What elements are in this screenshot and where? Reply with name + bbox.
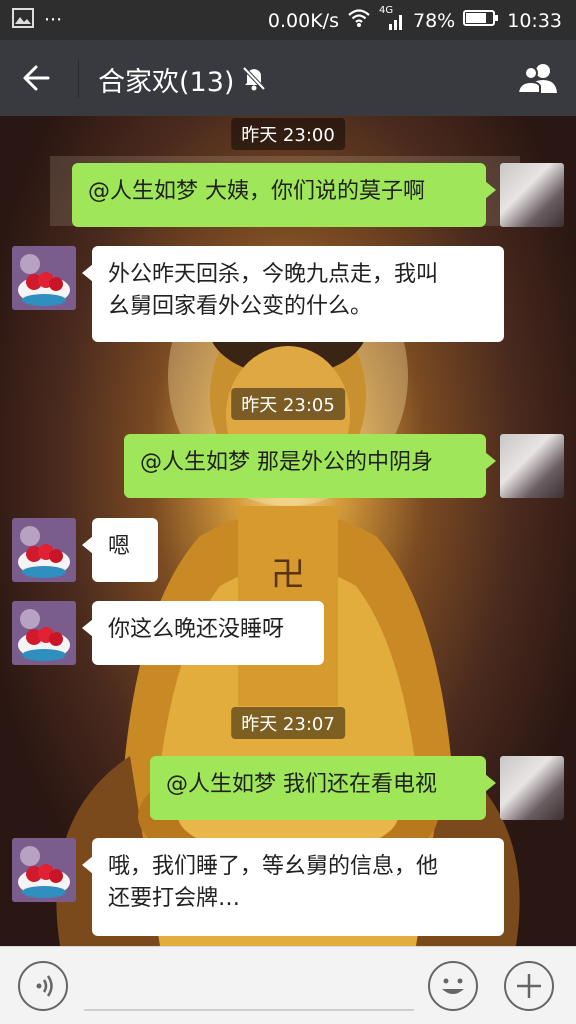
buddha-background-image: 卍 [50,156,520,946]
more-notifications-icon: ··· [44,9,63,31]
image-notification-icon [12,8,34,32]
battery-icon [463,9,499,32]
input-toolbar [0,946,576,1024]
message-bubble-sent[interactable]: @人生如梦 大姨，你们说的莫子啊 [72,163,496,227]
strawberry-bowl-avatar-image [12,246,76,310]
timestamp: 昨天 23:07 [231,707,345,739]
message-bubble-received[interactable]: 哦，我们睡了，等幺舅的信息，他 还要打会牌… [82,838,504,936]
network-speed: 0.00K/s [267,9,339,32]
chat-title: 合家欢(13) [98,67,235,98]
sender-avatar[interactable] [12,246,76,310]
message-bubble-received[interactable]: 嗯 [82,518,158,582]
my-avatar[interactable] [500,756,564,820]
more-options-button[interactable] [504,961,554,1011]
message-line: 外公昨天回杀，今晚九点走，我叫 [108,262,439,287]
message-bubble-received[interactable]: 外公昨天回杀，今晚九点走，我叫 幺舅回家看外公变的什么。 [82,246,504,342]
message-line: 哦，我们睡了，等幺舅的信息，他 [108,854,439,879]
strawberry-bowl-avatar-image [12,838,76,902]
chat-header: 合家欢(13) [0,40,576,116]
battery-percent: 78% [413,9,456,32]
header-divider [78,60,79,98]
timestamp: 昨天 23:00 [231,118,345,150]
arrow-left-icon [23,65,50,91]
my-avatar[interactable] [500,434,564,498]
clock: 10:33 [507,9,562,32]
message-bubble-sent[interactable]: @人生如梦 那是外公的中阴身 [124,434,496,498]
cellular-signal-icon: 4G [379,5,405,31]
group-members-icon [516,64,557,94]
emoji-button[interactable] [428,961,478,1011]
strawberry-bowl-avatar-image [12,518,76,582]
message-bubble-sent[interactable]: @人生如梦 我们还在看电视 [150,756,496,820]
sender-avatar[interactable] [12,601,76,665]
status-bar: ··· 0.00K/s 4G 78% 10:33 [0,0,576,40]
voice-input-button[interactable] [18,961,68,1011]
mute-bell-icon [240,64,268,96]
strawberry-bowl-avatar-image [12,601,76,665]
svg-text:卍: 卍 [271,555,305,595]
timestamp: 昨天 23:05 [231,388,345,420]
message-line: 幺舅回家看外公变的什么。 [108,294,373,319]
wifi-icon [347,8,371,33]
my-avatar[interactable] [500,163,564,227]
smiley-icon [442,978,464,994]
message-input[interactable] [84,1009,414,1011]
message-line: 还要打会牌… [108,886,241,911]
group-members-button[interactable] [516,60,560,100]
back-button[interactable] [18,58,58,98]
plus-icon [517,974,541,998]
sender-avatar[interactable] [12,518,76,582]
sender-avatar[interactable] [12,838,76,902]
chat-area[interactable]: 卍 昨天 23:00 @人生如梦 大姨，你们说的莫子啊 外公昨天回杀，今晚九点走… [0,116,576,946]
voice-icon [36,975,53,997]
message-bubble-received[interactable]: 你这么晚还没睡呀 [82,601,324,665]
